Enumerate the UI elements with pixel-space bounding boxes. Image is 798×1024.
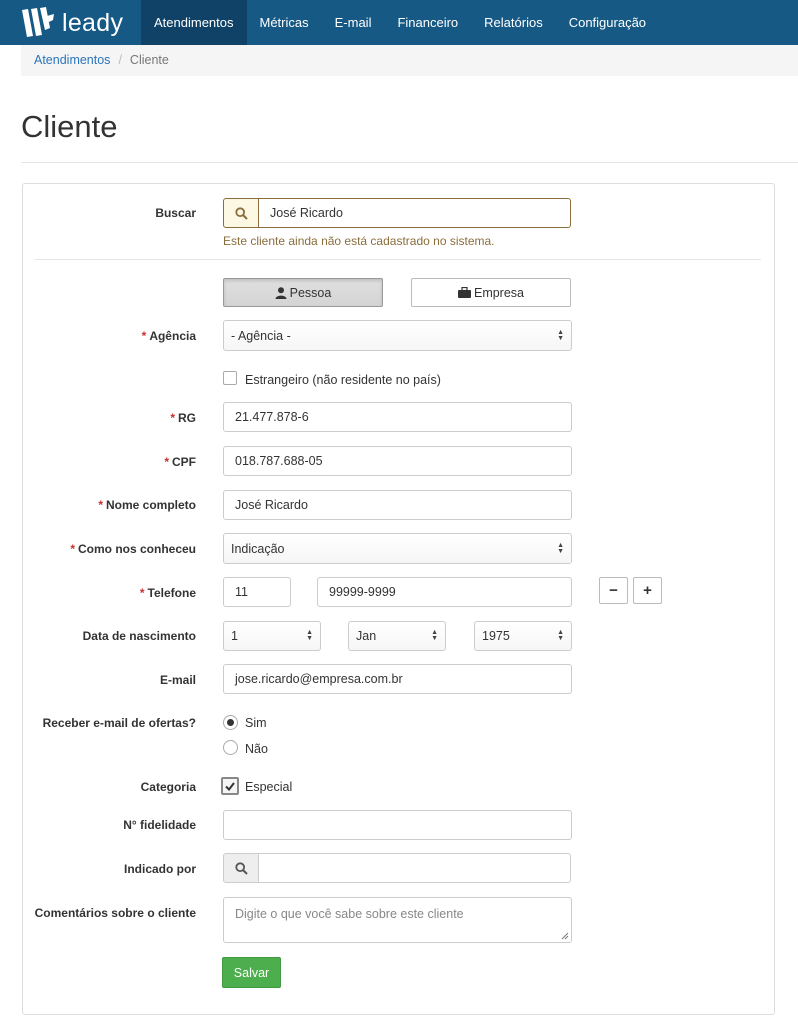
birth-year-select[interactable]: 1975 ▲ ▼ [474, 621, 572, 651]
form-divider [35, 259, 761, 260]
birth-month-select[interactable]: Jan ▲ ▼ [348, 621, 446, 651]
cpf-input[interactable]: 018.787.688-05 [223, 446, 572, 476]
select-arrows-icon: ▲ ▼ [557, 629, 564, 642]
search-icon [234, 861, 248, 875]
ofertas-nao-radio[interactable] [223, 740, 238, 755]
birth-month-value: Jan [356, 629, 377, 643]
birth-day-value: 1 [231, 629, 238, 643]
telefone-label: * Telefone [139, 586, 196, 600]
birth-day-select[interactable]: 1 ▲ ▼ [223, 621, 321, 651]
ofertas-sim-radio[interactable] [223, 715, 238, 730]
top-navbar: leady Atendimentos Métricas E-mail Finan… [0, 0, 798, 45]
remove-phone-button[interactable]: − [599, 577, 628, 604]
pessoa-label: Pessoa [289, 285, 332, 300]
breadcrumb: Atendimentos / Cliente [21, 45, 798, 76]
required-marker: * [170, 411, 175, 425]
empresa-toggle-button[interactable]: Empresa [411, 278, 571, 307]
search-label: Buscar [155, 206, 196, 220]
breadcrumb-link-atendimentos[interactable]: Atendimentos [34, 53, 110, 67]
select-arrows-icon: ▲ ▼ [557, 541, 564, 555]
email-input[interactable]: jose.ricardo@empresa.com.br [223, 664, 572, 694]
categoria-especial-checkbox[interactable] [221, 777, 239, 795]
select-arrows-icon: ▲ ▼ [431, 629, 438, 642]
required-marker: * [70, 542, 75, 556]
telefone-ddd-input[interactable]: 11 [223, 577, 291, 607]
comentarios-label: Comentários sobre o cliente [34, 906, 196, 920]
indicado-label: Indicado por [124, 862, 196, 876]
nome-input[interactable]: José Ricardo [223, 490, 572, 520]
comentarios-placeholder: Digite o que você sabe sobre este client… [235, 907, 464, 921]
agencia-select-value: - Agência - [231, 328, 291, 343]
fidelidade-input[interactable] [223, 810, 572, 840]
indicado-search-addon [223, 853, 259, 883]
checkmark-icon [225, 781, 235, 791]
ofertas-sim-label: Sim [245, 716, 267, 730]
agencia-label: * Agência [141, 329, 196, 343]
telefone-number-input[interactable]: 99999-9999 [317, 577, 572, 607]
nav-relatorios[interactable]: Relatórios [471, 0, 556, 45]
required-marker: * [164, 455, 169, 469]
estrangeiro-checkbox[interactable] [223, 371, 237, 385]
search-help-text: Este cliente ainda não está cadastrado n… [223, 234, 495, 248]
como-conheceu-select[interactable]: Indicação ▲ ▼ [223, 533, 572, 564]
breadcrumb-separator: / [118, 53, 122, 67]
leady-logo-icon [22, 7, 54, 37]
add-phone-button[interactable]: + [633, 577, 662, 604]
required-marker: * [139, 586, 145, 600]
title-divider [21, 162, 798, 163]
categoria-label: Categoria [140, 780, 196, 794]
email-label: E-mail [159, 673, 196, 687]
breadcrumb-current: Cliente [129, 53, 169, 67]
indicado-input[interactable] [258, 853, 571, 883]
nome-label: * Nome completo [98, 498, 196, 512]
logo[interactable]: leady [20, 6, 123, 40]
required-marker: * [141, 329, 147, 343]
required-marker: * [98, 498, 103, 512]
estrangeiro-label: Estrangeiro (não residente no país) [245, 373, 441, 387]
nav-financeiro[interactable]: Financeiro [384, 0, 471, 45]
search-input[interactable]: José Ricardo [258, 198, 571, 228]
birth-year-value: 1975 [482, 629, 510, 643]
search-icon [234, 206, 248, 220]
nav-configuracao[interactable]: Configuração [556, 0, 659, 45]
fidelidade-label: N° fidelidade [123, 818, 196, 832]
rg-input[interactable]: 21.477.878-6 [223, 402, 572, 432]
categoria-especial-label: Especial [245, 780, 293, 794]
empresa-label: Empresa [473, 285, 525, 300]
rg-label: * RG [170, 411, 196, 425]
nav-metricas[interactable]: Métricas [247, 0, 322, 45]
select-arrows-icon: ▲ ▼ [557, 328, 564, 342]
resize-handle-icon[interactable] [561, 932, 569, 940]
agencia-select[interactable]: - Agência - ▲ ▼ [223, 320, 572, 351]
como-conheceu-value: Indicação [231, 541, 285, 556]
comentarios-textarea[interactable]: Digite o que você sabe sobre este client… [223, 897, 572, 943]
como-conheceu-label: * Como nos conheceu [70, 542, 196, 556]
ofertas-nao-label: Não [245, 742, 268, 756]
page-title: Cliente [21, 109, 118, 144]
save-button[interactable]: Salvar [222, 957, 281, 988]
ofertas-label: Receber e-mail de ofertas? [42, 716, 196, 730]
nav-email[interactable]: E-mail [322, 0, 385, 45]
cpf-label: * CPF [164, 455, 196, 469]
pessoa-toggle-button[interactable]: Pessoa [223, 278, 383, 307]
briefcase-icon [457, 287, 471, 298]
search-addon [223, 198, 259, 228]
logo-text: leady [62, 8, 124, 37]
select-arrows-icon: ▲ ▼ [306, 629, 313, 642]
nascimento-label: Data de nascimento [82, 629, 196, 643]
user-icon [275, 286, 287, 299]
nav-atendimentos[interactable]: Atendimentos [141, 0, 247, 45]
